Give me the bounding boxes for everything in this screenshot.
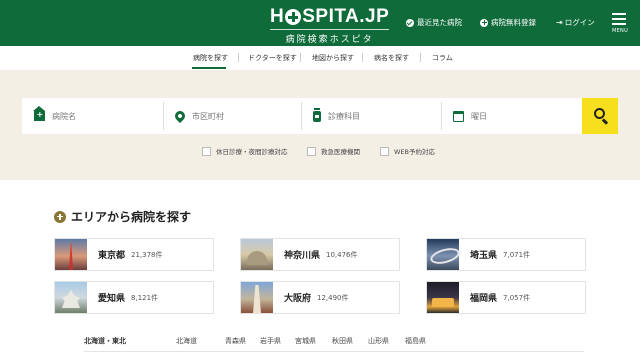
- login-label: ログイン: [564, 18, 595, 27]
- field-divider: [441, 102, 442, 130]
- prefecture-card-tokyo[interactable]: 東京都 21,378件: [54, 238, 214, 271]
- region-pref-link[interactable]: 山形県: [368, 336, 389, 346]
- weekday-placeholder: 曜日: [471, 111, 487, 121]
- holiday-night-checkbox[interactable]: 休日診療・夜間診療対応: [202, 146, 288, 156]
- hospital-name-field[interactable]: 病院名: [33, 98, 162, 134]
- hamburger-bar: [612, 18, 626, 20]
- prefecture-card-osaka[interactable]: 大阪府 12,490件: [240, 281, 400, 314]
- medicine-icon: [313, 107, 321, 122]
- emergency-checkbox[interactable]: 救急医療機関: [307, 146, 360, 156]
- logo-wordmark: H SPITA.JP: [270, 7, 389, 27]
- checkbox[interactable]: [307, 146, 316, 156]
- tokyo-tower-image: [55, 239, 87, 270]
- plus-circle-icon: [480, 18, 488, 27]
- emergency-label: 救急医療機関: [321, 148, 360, 156]
- site-header: H SPITA.JP 病院検索ホスピタ 最近見た病院 病院無料登録 ⇥ ログイン…: [0, 0, 640, 46]
- field-divider: [163, 102, 164, 130]
- tab-find-hospital[interactable]: 病院を探す: [193, 53, 228, 63]
- region-pref-link[interactable]: 宮城県: [295, 336, 316, 346]
- hospital-count: 21,378件: [131, 250, 163, 259]
- field-divider: [301, 102, 302, 130]
- nav-divider: [300, 53, 301, 62]
- region-pref-link[interactable]: 岩手県: [260, 336, 281, 346]
- nav-divider: [362, 53, 363, 62]
- prefecture-card-saitama[interactable]: 埼玉県 7,071件: [426, 238, 586, 271]
- plus-circle-icon: [54, 210, 66, 223]
- logo-letter-h: H: [270, 6, 285, 27]
- active-tab-indicator: [192, 67, 226, 69]
- sub-navigation: 病院を探す ドクターを探す 地図から探す 病名を探す コラム: [0, 46, 640, 70]
- location-pin-icon: [172, 108, 188, 124]
- check-circle-icon: [406, 18, 414, 27]
- region-row-hokkaido-tohoku: 北海道・東北 北海道 青森県 岩手県 宮城県 秋田県 山形県 福島県: [84, 336, 624, 348]
- checkbox[interactable]: [202, 146, 211, 156]
- fukuoka-night-image: [427, 282, 459, 313]
- logo-subtitle: 病院検索ホスピタ: [270, 29, 390, 45]
- prefecture-card-kanagawa[interactable]: 神奈川県 10,476件: [240, 238, 400, 271]
- region-pref-link[interactable]: 福島県: [405, 336, 426, 346]
- tsutenkaku-image: [241, 282, 273, 313]
- region-pref-link[interactable]: 青森県: [225, 336, 246, 346]
- calendar-icon: [453, 110, 464, 122]
- recent-hospitals-link[interactable]: 最近見た病院: [406, 17, 462, 28]
- tab-find-disease[interactable]: 病名を探す: [374, 53, 409, 63]
- weekday-field[interactable]: 曜日: [453, 98, 577, 134]
- login-link[interactable]: ⇥ ログイン: [556, 17, 595, 28]
- region-label: 北海道・東北: [84, 337, 126, 345]
- prefecture-card-fukuoka[interactable]: 福岡県 7,057件: [426, 281, 586, 314]
- hospital-count: 12,490件: [317, 293, 349, 302]
- prefecture-name: 大阪府: [284, 294, 312, 304]
- prefecture-name: 神奈川県: [284, 251, 321, 261]
- city-placeholder: 市区町村: [192, 111, 224, 121]
- prefecture-name: 埼玉県: [470, 251, 498, 261]
- medical-cross-icon: [285, 9, 302, 25]
- tab-map-search[interactable]: 地図から探す: [312, 53, 354, 63]
- nagoya-castle-image: [55, 282, 87, 313]
- web-reservation-label: WEB予約対応: [394, 148, 435, 156]
- hospital-count: 7,057件: [503, 293, 531, 302]
- free-registration-link[interactable]: 病院無料登録: [480, 17, 536, 28]
- tab-column[interactable]: コラム: [432, 53, 453, 63]
- hospital-count: 10,476件: [326, 250, 358, 259]
- login-icon: ⇥: [556, 18, 563, 27]
- menu-label: MENU: [611, 28, 629, 34]
- region-pref-link[interactable]: 北海道: [176, 336, 197, 346]
- area-section-title: エリアから病院を探す: [54, 208, 191, 225]
- hospital-icon: [33, 106, 45, 121]
- region-pref-link[interactable]: 秋田県: [332, 336, 353, 346]
- free-registration-label: 病院無料登録: [491, 18, 536, 27]
- web-reservation-checkbox[interactable]: WEB予約対応: [380, 146, 435, 156]
- nav-divider: [420, 53, 421, 62]
- search-button[interactable]: [582, 98, 618, 134]
- hospital-count: 8,121件: [131, 293, 159, 302]
- logo-text: SPITA.JP: [302, 6, 390, 27]
- hamburger-icon: [612, 13, 626, 15]
- department-placeholder: 診療科目: [328, 111, 360, 121]
- search-hero: 病院名 市区町村 診療科目 曜日 休日診療・夜間診療対応 救急医療機関: [0, 70, 640, 180]
- area-title-text: エリアから病院を探す: [71, 210, 192, 224]
- checkbox[interactable]: [380, 146, 389, 156]
- prefecture-name: 東京都: [98, 251, 126, 261]
- hospital-name-placeholder: 病院名: [52, 111, 76, 121]
- saitama-image: [427, 239, 459, 270]
- prefecture-name: 福岡県: [470, 294, 498, 304]
- prefecture-name: 愛知県: [98, 294, 126, 304]
- region-divider: [84, 351, 584, 352]
- search-icon-handle: [602, 118, 609, 125]
- search-bar: 病院名 市区町村 診療科目 曜日: [22, 98, 618, 134]
- site-logo[interactable]: H SPITA.JP 病院検索ホスピタ: [270, 7, 390, 45]
- city-field[interactable]: 市区町村: [172, 98, 301, 134]
- tab-find-doctor[interactable]: ドクターを探す: [248, 53, 297, 63]
- kanagawa-image: [241, 239, 273, 270]
- holiday-night-label: 休日診療・夜間診療対応: [216, 148, 288, 156]
- recent-hospitals-label: 最近見た病院: [417, 18, 462, 27]
- department-field[interactable]: 診療科目: [313, 98, 441, 134]
- prefecture-card-aichi[interactable]: 愛知県 8,121件: [54, 281, 214, 314]
- menu-button[interactable]: MENU: [610, 13, 630, 34]
- hamburger-bar: [612, 23, 626, 25]
- hospital-count: 7,071件: [503, 250, 531, 259]
- nav-divider: [238, 53, 239, 62]
